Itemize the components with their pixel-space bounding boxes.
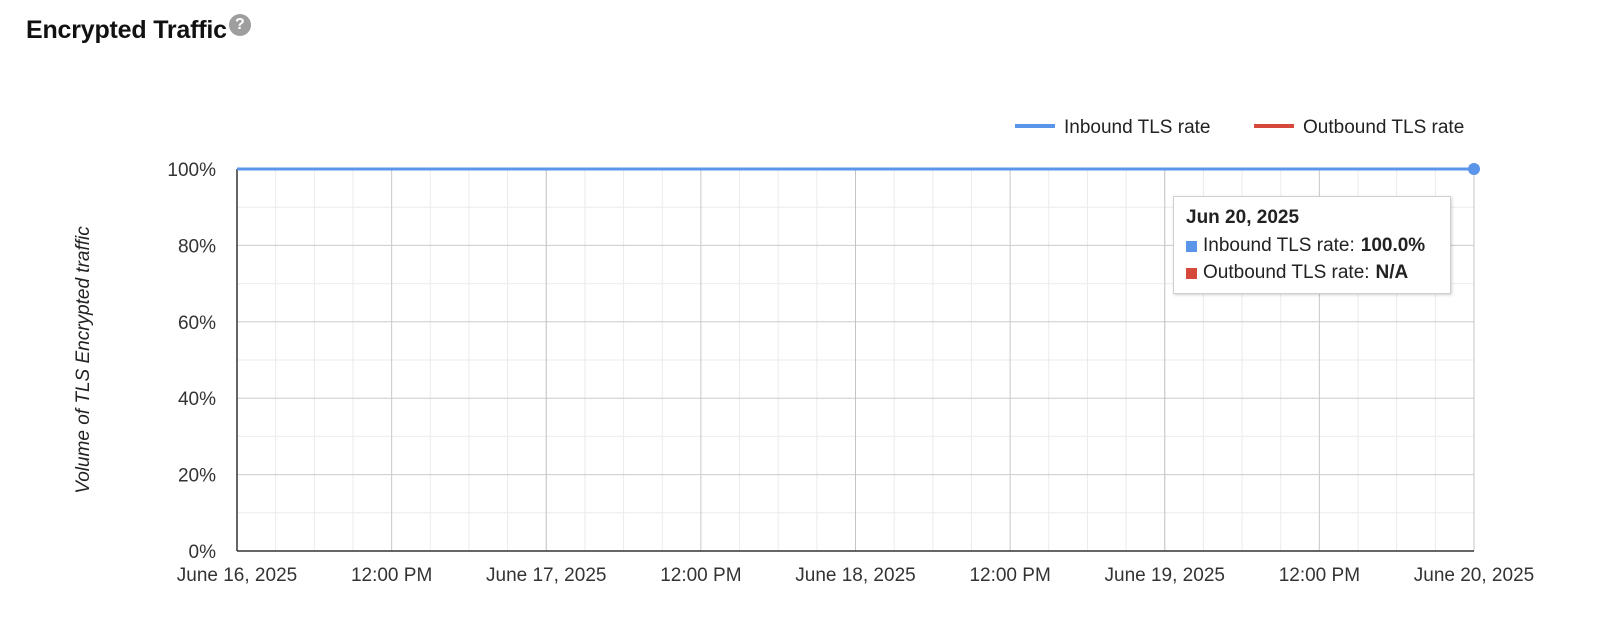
tooltip-outbound-value: N/A: [1375, 262, 1409, 283]
tooltip-outbound-label: Outbound TLS rate:: [1203, 262, 1370, 283]
x-tick-label: 12:00 PM: [660, 565, 741, 586]
y-tick-label: 100%: [167, 160, 216, 181]
x-tick-label: 12:00 PM: [969, 565, 1050, 586]
x-tick-label: June 17, 2025: [486, 565, 606, 586]
legend-inbound-label: Inbound TLS rate: [1064, 117, 1210, 138]
chart-tooltip: Jun 20, 2025 Inbound TLS rate: 100.0% Ou…: [1173, 196, 1451, 294]
tooltip-inbound-value: 100.0%: [1360, 235, 1426, 256]
x-tick-label: June 20, 2025: [1414, 565, 1534, 586]
x-tick-label: June 19, 2025: [1105, 565, 1225, 586]
x-tick-label: June 16, 2025: [177, 565, 297, 586]
tooltip-date: Jun 20, 2025: [1186, 207, 1300, 228]
y-axis-title: Volume of TLS Encrypted traffic: [73, 226, 94, 494]
tooltip-inbound-label: Inbound TLS rate:: [1203, 235, 1355, 256]
y-tick-label: 80%: [178, 236, 216, 257]
y-tick-label: 20%: [178, 466, 216, 487]
tooltip-outbound-swatch: [1186, 267, 1197, 279]
line-chart: 0% 20% 40% 60% 80% 100% June 16, 2025 12:00 PM J…: [73, 117, 1534, 586]
tooltip-row-inbound: Inbound TLS rate: 100.0%: [1186, 235, 1438, 257]
x-tick-label: June 18, 2025: [795, 565, 915, 586]
y-tick-label: 40%: [178, 389, 216, 410]
legend-outbound-label: Outbound TLS rate: [1303, 117, 1464, 138]
series-point-inbound: [1468, 163, 1480, 175]
x-tick-label: 12:00 PM: [1279, 565, 1360, 586]
y-tick-label: 60%: [178, 313, 216, 334]
y-tick-label: 0%: [189, 542, 217, 563]
x-tick-label: 12:00 PM: [351, 565, 432, 586]
tooltip-row-outbound: Outbound TLS rate: N/A: [1186, 262, 1438, 284]
tooltip-inbound-swatch: [1186, 240, 1197, 252]
